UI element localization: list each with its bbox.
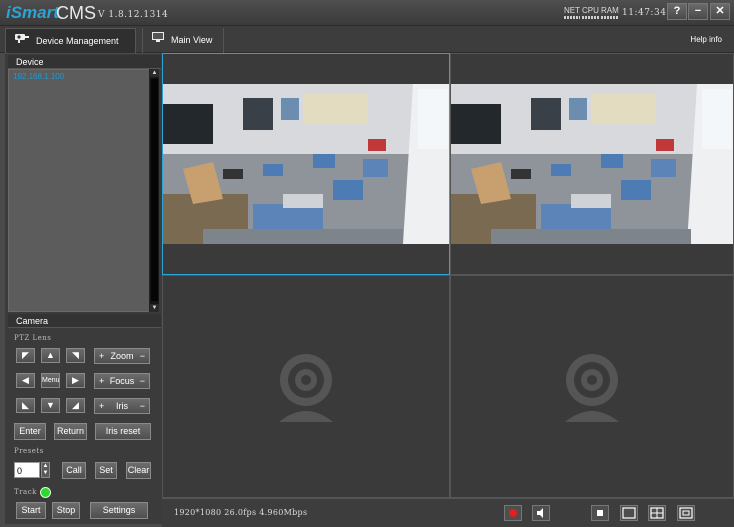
zoom-label: Zoom (110, 351, 134, 361)
ptz-up-button[interactable]: ▲ (41, 348, 60, 363)
cpu-label: CPU (582, 6, 599, 15)
video-cell-3[interactable] (162, 275, 450, 498)
record-button[interactable] (504, 505, 522, 521)
help-button[interactable]: ? (667, 3, 687, 20)
record-icon (509, 509, 517, 517)
help-info-link[interactable]: Help info (690, 35, 722, 44)
iris-reset-button[interactable]: Iris reset (95, 423, 151, 440)
brand-logo: iSmart (6, 3, 59, 22)
set-preset-button[interactable]: Set (95, 462, 117, 479)
ptz-lens-label: PTZ Lens (14, 334, 52, 342)
focus-control[interactable]: + Focus − (94, 373, 150, 389)
clock: 11:47:34 (622, 8, 667, 18)
tab-main-view[interactable]: Main View (142, 28, 224, 53)
scroll-thumb[interactable] (151, 79, 158, 301)
iris-minus-button[interactable]: − (140, 399, 145, 413)
net-label: NET (564, 6, 580, 15)
single-view-button[interactable] (591, 505, 609, 521)
scroll-down-arrow[interactable]: ▼ (150, 304, 159, 312)
video-cell-2[interactable] (450, 53, 734, 275)
webcam-placeholder-icon (271, 352, 341, 425)
ram-meter: RAM (601, 6, 619, 19)
iris-control[interactable]: + Iris − (94, 398, 150, 414)
iris-label: Iris (116, 401, 128, 411)
tab-main-view-label: Main View (171, 35, 213, 45)
preset-number-input[interactable]: 0 (14, 462, 40, 478)
scroll-up-arrow[interactable]: ▲ (150, 69, 159, 77)
focus-plus-button[interactable]: + (99, 374, 104, 388)
presets-label: Presets (14, 447, 44, 455)
app-name: CMS (56, 3, 96, 23)
ptz-menu-button[interactable]: Menu (41, 373, 60, 388)
device-section-header: Device (8, 55, 161, 69)
focus-minus-button[interactable]: − (140, 374, 145, 388)
video-cell-1[interactable] (162, 53, 450, 275)
app-version: V 1.8.12.1314 (98, 10, 169, 20)
square-icon (597, 510, 603, 516)
video-cell-4[interactable] (450, 275, 734, 498)
minimize-button[interactable]: − (688, 3, 708, 20)
stop-button[interactable]: Stop (52, 502, 80, 519)
layout-1-button[interactable] (620, 505, 638, 521)
tab-device-management-label: Device Management (36, 36, 119, 46)
ptz-up-left-button[interactable]: ◤ (16, 348, 35, 363)
device-list[interactable]: 192.168.1.100 (8, 69, 152, 312)
title-bar: iSmart CMS V 1.8.12.1314 NET CPU RAM 11:… (0, 0, 734, 26)
classroom-video-feed (163, 84, 449, 244)
webcam-placeholder-icon (557, 352, 627, 425)
track-indicator[interactable] (40, 487, 51, 498)
focus-label: Focus (109, 376, 135, 386)
camera-section-header: Camera (8, 314, 161, 328)
tab-device-management[interactable]: Device Management (5, 28, 136, 53)
cpu-meter: CPU (582, 6, 599, 19)
speaker-icon (537, 508, 543, 518)
monitor-icon (151, 28, 165, 53)
settings-button[interactable]: Settings (90, 502, 148, 519)
zoom-control[interactable]: + Zoom − (94, 348, 150, 364)
ptz-left-button[interactable]: ◀ (16, 373, 35, 388)
bottom-toolbar: 1920*1080 26.0fps 4.960Mbps (162, 498, 734, 527)
call-preset-button[interactable]: Call (62, 462, 86, 479)
iris-plus-button[interactable]: + (99, 399, 104, 413)
ptz-up-right-button[interactable]: ◥ (66, 348, 85, 363)
ptz-down-button[interactable]: ▼ (41, 398, 60, 413)
stream-info: 1920*1080 26.0fps 4.960Mbps (174, 508, 308, 517)
zoom-out-button[interactable]: − (140, 349, 145, 363)
video-grid (162, 53, 734, 498)
layout-grid-icon (650, 507, 664, 519)
track-label: Track (14, 488, 37, 496)
close-button[interactable]: ✕ (710, 3, 730, 20)
device-item[interactable]: 192.168.1.100 (13, 72, 64, 81)
layout-4-button[interactable] (648, 505, 666, 521)
net-meter: NET (564, 6, 580, 19)
zoom-in-button[interactable]: + (99, 349, 104, 363)
fullscreen-button[interactable] (677, 505, 695, 521)
tab-bar: Device Management Main View Help info (0, 26, 734, 53)
clear-preset-button[interactable]: Clear (126, 462, 151, 479)
ptz-down-right-button[interactable]: ◢ (66, 398, 85, 413)
enter-button[interactable]: Enter (14, 423, 46, 440)
classroom-video-feed (451, 84, 733, 244)
ptz-down-left-button[interactable]: ◣ (16, 398, 35, 413)
preset-stepper[interactable]: ▲ ▼ (41, 462, 50, 478)
camera-gear-icon (14, 29, 30, 54)
ram-label: RAM (601, 6, 619, 15)
fullscreen-icon (679, 507, 693, 519)
start-button[interactable]: Start (16, 502, 46, 519)
device-list-scrollbar[interactable]: ▲ ▼ (149, 69, 159, 312)
return-button[interactable]: Return (54, 423, 87, 440)
audio-button[interactable] (532, 505, 550, 521)
layout-single-icon (622, 507, 636, 519)
ptz-right-button[interactable]: ▶ (66, 373, 85, 388)
